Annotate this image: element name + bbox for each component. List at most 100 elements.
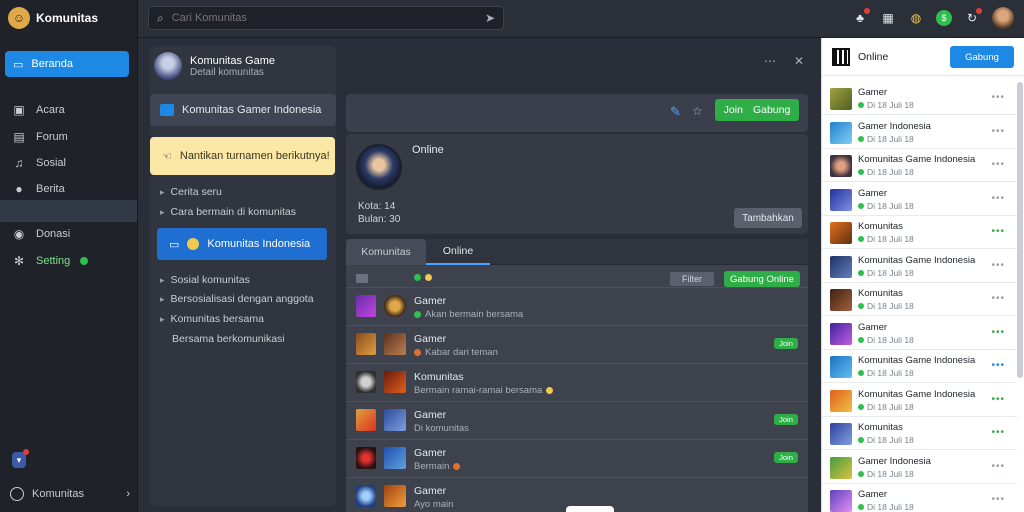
list-item-name: Gamer <box>414 409 447 421</box>
avatar[interactable] <box>992 7 1014 29</box>
sidebar-item-label: Forum <box>36 131 68 143</box>
list-item[interactable]: Gamer Kabar dari teman Join <box>346 325 808 363</box>
list-item-sub-text: Bermain <box>414 461 450 472</box>
main-toolbar: ✎ ☆ Join Gabung <box>346 94 808 132</box>
online-item-name-text: Gamer <box>858 87 888 98</box>
coin-icon[interactable]: ◍ <box>908 10 924 26</box>
more-icon[interactable]: ••• <box>991 327 1005 338</box>
profile-status: Online <box>412 144 444 156</box>
more-icon[interactable]: ••• <box>991 260 1005 271</box>
online-item-name: Komunitas Game Indonesia <box>858 255 975 266</box>
add-button[interactable]: Tambahkan <box>734 208 802 228</box>
more-icon[interactable]: ••• <box>991 159 1005 170</box>
tab-community[interactable]: Komunitas <box>346 239 426 265</box>
online-item-sub: Di 18 Juli 18 <box>858 368 914 378</box>
list-item-name: Komunitas <box>414 371 464 383</box>
sidebar-item-settings[interactable]: ✻ Setting <box>12 251 89 271</box>
online-list-item[interactable]: Gamer Indonesia Di 18 Juli 18 ••• <box>822 116 1017 149</box>
online-list-item[interactable]: Komunitas Game Indonesia Di 18 Juli 18 ••• <box>822 350 1017 383</box>
online-list-item[interactable]: Komunitas Game Indonesia Di 18 Juli 18 ••• <box>822 250 1017 283</box>
filter-button[interactable]: Filter <box>670 272 714 286</box>
online-list-item[interactable]: Komunitas Di 18 Juli 18 ••• <box>822 216 1017 249</box>
search-box[interactable]: ⌕ ➤ <box>148 6 504 30</box>
join-button[interactable]: Join <box>774 452 798 463</box>
search-input[interactable] <box>171 12 477 24</box>
online-list-item[interactable]: Gamer Di 18 Juli 18 ••• <box>822 484 1017 512</box>
online-list-item[interactable]: Gamer Di 18 Juli 18 ••• <box>822 183 1017 216</box>
more-icon[interactable]: ⋯ <box>764 54 776 68</box>
sidebar-item-forum[interactable]: ▤ Forum <box>12 127 68 147</box>
money-icon[interactable]: $ <box>936 10 952 26</box>
sidebar-item-events[interactable]: ▣ Acara <box>12 100 64 120</box>
more-icon[interactable]: ••• <box>991 226 1005 237</box>
join-online-button[interactable]: Gabung Online <box>724 271 800 287</box>
alert-icon[interactable]: ♣ <box>852 8 870 26</box>
checkbox-icon[interactable] <box>356 274 368 283</box>
join-button[interactable]: Gabung <box>950 46 1014 68</box>
join-button[interactable]: Join <box>774 338 798 349</box>
more-icon[interactable]: ••• <box>991 193 1005 204</box>
more-icon[interactable]: ••• <box>991 92 1005 103</box>
online-list-item[interactable]: Gamer Di 18 Juli 18 ••• <box>822 82 1017 115</box>
community-avatar[interactable] <box>154 52 182 80</box>
list-item[interactable]: Komunitas Bermain ramai-ramai bersama <box>346 363 808 401</box>
pin-icon[interactable]: ✎ <box>670 104 681 120</box>
list-item-name: Gamer <box>414 333 447 345</box>
brand[interactable]: ☺ Komunitas <box>8 6 98 30</box>
community-link[interactable]: ▸ Sosial komunitas <box>160 272 250 288</box>
list-item[interactable]: Gamer Bermain Join <box>346 439 808 477</box>
drag-handle[interactable] <box>566 506 614 512</box>
list-item[interactable]: Gamer Di komunitas Join <box>346 401 808 439</box>
online-list-item[interactable]: Komunitas Game Indonesia Di 18 Juli 18 ••• <box>822 149 1017 182</box>
sidebar-footer[interactable]: Komunitas › <box>10 484 130 504</box>
close-icon[interactable]: ✕ <box>794 54 804 68</box>
member-list: Filter Gabung Online Gamer Akan bermain … <box>346 265 808 512</box>
sidebar-item-donate[interactable]: ◉ Donasi <box>12 224 71 244</box>
more-icon[interactable]: ••• <box>991 126 1005 137</box>
sidebar-item-home[interactable]: ▭ Beranda <box>5 51 129 77</box>
online-list-item[interactable]: Gamer Indonesia Di 18 Juli 18 ••• <box>822 451 1017 484</box>
more-icon[interactable]: ••• <box>991 427 1005 438</box>
notification-icon[interactable]: ▾ <box>12 449 29 468</box>
star-icon[interactable]: ☆ <box>692 104 703 118</box>
list-item-sub: Bermain <box>414 461 461 472</box>
refresh-icon[interactable]: ↻ <box>964 8 982 26</box>
grid-icon[interactable]: ▦ <box>880 10 896 26</box>
sidebar-footer-label: Komunitas <box>32 488 84 500</box>
send-icon[interactable]: ➤ <box>485 11 495 25</box>
community-link[interactable]: ▸ Bersosialisasi dengan anggota <box>160 291 314 307</box>
more-icon[interactable]: ••• <box>991 394 1005 405</box>
online-dot-icon <box>858 236 864 242</box>
community-section[interactable]: Komunitas Gamer Indonesia <box>150 94 336 126</box>
list-item[interactable]: Gamer Akan bermain bersama <box>346 287 808 325</box>
qr-code-icon[interactable] <box>832 48 850 66</box>
online-item-sub: Di 18 Juli 18 <box>858 167 914 177</box>
community-join-button[interactable]: ▭ Komunitas Indonesia <box>157 228 327 260</box>
sidebar-item-news[interactable]: ● Berita <box>12 179 64 199</box>
more-icon[interactable]: ••• <box>991 494 1005 505</box>
user-circle-icon <box>10 487 24 501</box>
online-list-item[interactable]: Komunitas Di 18 Juli 18 ••• <box>822 283 1017 316</box>
online-item-name-text: Komunitas Game Indonesia <box>858 355 976 366</box>
online-list-item[interactable]: Gamer Di 18 Juli 18 ••• <box>822 317 1017 350</box>
scrollbar[interactable] <box>1017 82 1023 378</box>
more-icon[interactable]: ••• <box>991 461 1005 472</box>
more-icon[interactable]: ••• <box>991 293 1005 304</box>
sidebar-item-social[interactable]: ♫ Sosial <box>12 153 66 173</box>
online-panel-title: Online <box>858 51 889 63</box>
online-list-item[interactable]: Komunitas Di 18 Juli 18 ••• <box>822 417 1017 450</box>
profile-avatar[interactable] <box>356 144 402 190</box>
community-link[interactable]: ▸ Komunitas bersama <box>160 311 264 327</box>
community-link[interactable]: ▸ Cara bermain di komunitas <box>160 204 296 220</box>
community-link[interactable]: ▸ Cerita seru <box>160 184 222 200</box>
community-link[interactable]: Bersama berkomunikasi <box>160 331 285 347</box>
tab-online[interactable]: Online <box>426 239 490 265</box>
join-button[interactable]: Join <box>774 414 798 425</box>
user-avatar <box>384 409 406 431</box>
user-avatar <box>384 485 406 507</box>
more-icon[interactable]: ••• <box>991 360 1005 371</box>
online-list-item[interactable]: Komunitas Game Indonesia Di 18 Juli 18 ••• <box>822 384 1017 417</box>
game-thumbnail <box>356 333 376 355</box>
join-button[interactable]: Join Gabung <box>715 99 799 121</box>
game-thumbnail <box>356 371 376 393</box>
